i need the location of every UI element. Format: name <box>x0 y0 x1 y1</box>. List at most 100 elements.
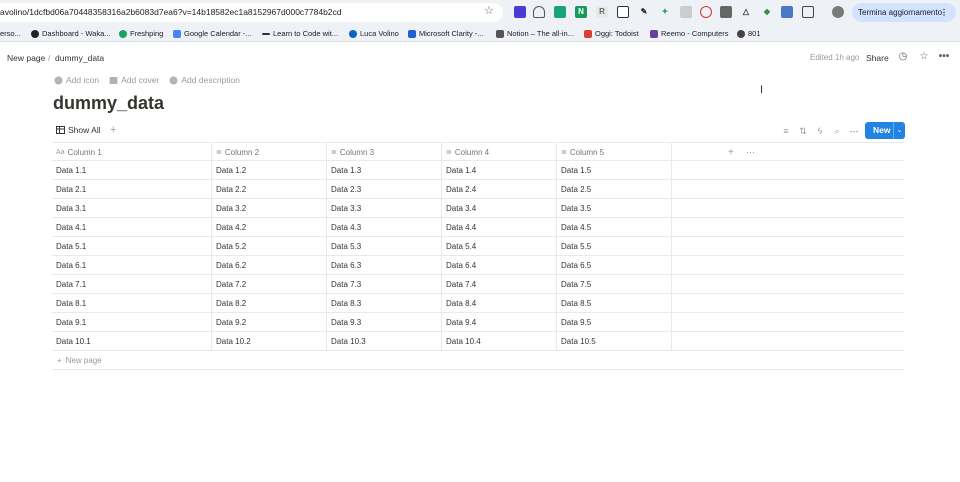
table-cell[interactable]: Data 3.4 <box>442 199 557 218</box>
extension-leaf-icon[interactable] <box>554 6 566 18</box>
table-cell[interactable]: Data 7.5 <box>557 275 672 294</box>
table-cell[interactable]: Data 6.3 <box>327 256 442 275</box>
table-cell[interactable]: Data 6.2 <box>212 256 327 275</box>
chevron-down-icon[interactable]: ⌄ <box>893 122 905 139</box>
table-cell[interactable]: Data 4.3 <box>327 218 442 237</box>
table-cell[interactable]: Data 10.1 <box>52 332 212 351</box>
extension-box-icon[interactable] <box>680 6 692 18</box>
extension-rc-icon[interactable]: R <box>596 6 608 18</box>
table-cell[interactable]: Data 2.5 <box>557 180 672 199</box>
table-cell[interactable]: Data 1.5 <box>557 161 672 180</box>
table-cell[interactable]: Data 8.2 <box>212 294 327 313</box>
extension-cloud-icon[interactable] <box>533 6 545 18</box>
extension-shield-icon[interactable]: ◆ <box>761 6 773 18</box>
table-cell[interactable]: Data 1.2 <box>212 161 327 180</box>
extension-sparkle-icon[interactable]: ✦ <box>659 6 671 18</box>
column-header-3[interactable]: ≣ Column 3 <box>327 143 442 162</box>
table-cell[interactable]: Data 9.1 <box>52 313 212 332</box>
table-cell[interactable]: Data 6.5 <box>557 256 672 275</box>
add-cover-button[interactable]: Add cover <box>109 74 159 86</box>
table-cell[interactable]: Data 1.4 <box>442 161 557 180</box>
table-cell[interactable]: Data 6.4 <box>442 256 557 275</box>
bookmark-item[interactable]: Freshping <box>119 28 163 40</box>
table-cell[interactable]: Data 3.2 <box>212 199 327 218</box>
extension-pen-icon[interactable]: ✎ <box>638 6 650 18</box>
table-row[interactable]: Data 3.1 Data 3.2 Data 3.3 Data 3.4 Data 3.5 <box>52 199 904 218</box>
new-entry-button[interactable]: New ⌄ <box>865 122 905 139</box>
table-row[interactable]: Data 9.1 Data 9.2 Data 9.3 Data 9.4 Data 9.5 <box>52 313 904 332</box>
table-cell[interactable]: Data 5.1 <box>52 237 212 256</box>
view-tab-show-all[interactable]: Show All <box>56 125 101 135</box>
table-cell[interactable]: Data 3.5 <box>557 199 672 218</box>
table-row[interactable]: Data 2.1 Data 2.2 Data 2.3 Data 2.4 Data 2.5 <box>52 180 904 199</box>
bookmark-item[interactable]: Reemo - Computers <box>650 28 729 40</box>
table-row[interactable]: Data 5.1 Data 5.2 Data 5.3 Data 5.4 Data 5.5 <box>52 237 904 256</box>
column-header-1[interactable]: Aa Column 1 <box>52 143 212 162</box>
table-cell[interactable]: Data 7.4 <box>442 275 557 294</box>
bookmark-item[interactable]: Microsoft Clarity -... <box>408 28 484 40</box>
table-cell[interactable]: Data 4.1 <box>52 218 212 237</box>
column-header-4[interactable]: ≣ Column 4 <box>442 143 557 162</box>
filter-icon[interactable]: ≡ <box>780 125 792 137</box>
extension-camera-icon[interactable] <box>720 6 732 18</box>
breadcrumb-current[interactable]: dummy_data <box>55 53 104 63</box>
extension-book-icon[interactable] <box>617 6 629 18</box>
column-header-2[interactable]: ≣ Column 2 <box>212 143 327 162</box>
extension-n-icon[interactable]: N <box>575 6 587 18</box>
bookmark-star-icon[interactable]: ☆ <box>484 5 494 17</box>
breadcrumb-parent[interactable]: New page <box>7 53 45 63</box>
table-row[interactable]: Data 6.1 Data 6.2 Data 6.3 Data 6.4 Data 6.5 <box>52 256 904 275</box>
table-cell[interactable]: Data 7.3 <box>327 275 442 294</box>
table-cell[interactable]: Data 8.5 <box>557 294 672 313</box>
table-cell[interactable]: Data 10.5 <box>557 332 672 351</box>
favorite-star-icon[interactable]: ☆ <box>918 51 930 63</box>
table-cell[interactable]: Data 3.1 <box>52 199 212 218</box>
search-icon[interactable]: ⌕ <box>831 125 843 137</box>
table-cell[interactable]: Data 1.3 <box>327 161 442 180</box>
table-cell[interactable]: Data 5.3 <box>327 237 442 256</box>
add-view-icon[interactable]: + <box>110 124 116 136</box>
extension-calendar-icon[interactable] <box>781 6 793 18</box>
table-cell[interactable]: Data 5.2 <box>212 237 327 256</box>
more-options-icon[interactable]: ••• <box>938 51 950 63</box>
table-cell[interactable]: Data 7.1 <box>52 275 212 294</box>
bookmark-item[interactable]: Luca Volino <box>349 28 399 40</box>
table-cell[interactable]: Data 1.1 <box>52 161 212 180</box>
table-cell[interactable]: Data 7.2 <box>212 275 327 294</box>
table-cell[interactable]: Data 5.4 <box>442 237 557 256</box>
profile-avatar[interactable] <box>832 6 844 18</box>
address-bar-text[interactable]: avolino/1dcfbd06a70448358316a2b6083d7ea6… <box>0 7 342 17</box>
table-row[interactable]: Data 7.1 Data 7.2 Data 7.3 Data 7.4 Data 7.5 <box>52 275 904 294</box>
table-cell[interactable]: Data 2.4 <box>442 180 557 199</box>
extension-ring-icon[interactable] <box>700 6 712 18</box>
column-options-icon[interactable]: ⋯ <box>746 143 755 162</box>
table-cell[interactable]: Data 5.5 <box>557 237 672 256</box>
add-icon-button[interactable]: Add icon <box>54 74 99 86</box>
bookmark-item[interactable]: Learn to Code wit... <box>262 28 338 40</box>
table-cell[interactable]: Data 6.1 <box>52 256 212 275</box>
table-cell[interactable]: Data 4.5 <box>557 218 672 237</box>
share-button[interactable]: Share <box>866 53 889 63</box>
table-cell[interactable]: Data 2.2 <box>212 180 327 199</box>
table-cell[interactable]: Data 10.3 <box>327 332 442 351</box>
table-cell[interactable]: Data 8.4 <box>442 294 557 313</box>
table-cell[interactable]: Data 10.2 <box>212 332 327 351</box>
table-cell[interactable]: Data 9.2 <box>212 313 327 332</box>
table-row[interactable]: Data 4.1 Data 4.2 Data 4.3 Data 4.4 Data 4.5 <box>52 218 904 237</box>
bookmark-item[interactable]: 801 <box>737 28 761 40</box>
extension-triangle-icon[interactable]: △ <box>740 6 752 18</box>
bookmark-item[interactable]: Notion – The all-in... <box>496 28 574 40</box>
view-options-icon[interactable]: ⋯ <box>848 125 860 137</box>
bookmark-item[interactable]: Oggi: Todoist <box>584 28 639 40</box>
add-property-icon[interactable]: + <box>728 143 734 162</box>
bookmark-item[interactable]: erso... <box>0 28 21 40</box>
column-header-5[interactable]: ≣ Column 5 <box>557 143 672 162</box>
table-row[interactable]: Data 8.1 Data 8.2 Data 8.3 Data 8.4 Data 8.5 <box>52 294 904 313</box>
update-button[interactable]: Termina aggiornamento ⋮ <box>852 3 956 22</box>
add-description-button[interactable]: Add description <box>169 74 240 86</box>
table-cell[interactable]: Data 2.3 <box>327 180 442 199</box>
table-cell[interactable]: Data 8.3 <box>327 294 442 313</box>
table-cell[interactable]: Data 2.1 <box>52 180 212 199</box>
table-cell[interactable]: Data 8.1 <box>52 294 212 313</box>
clock-icon[interactable]: ◷ <box>897 51 909 63</box>
